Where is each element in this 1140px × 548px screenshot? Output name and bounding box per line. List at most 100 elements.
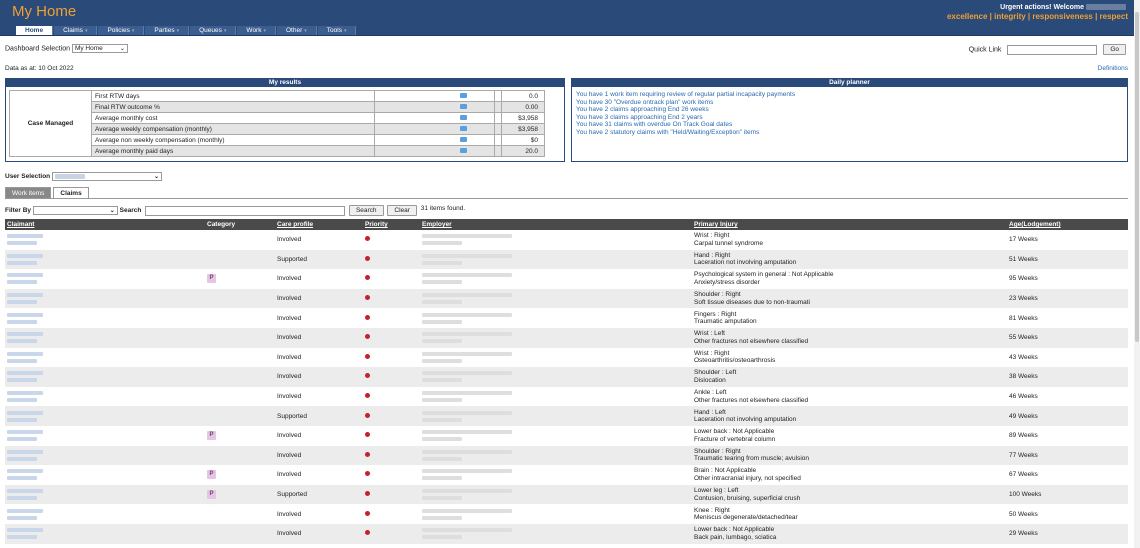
nav-item-tools[interactable]: Tools ▾ xyxy=(317,26,357,35)
nav-item-queues[interactable]: Queues ▾ xyxy=(190,26,237,35)
claimant-link-redacted[interactable] xyxy=(5,523,205,544)
claimant-link-redacted[interactable] xyxy=(5,386,205,407)
injury-location: Shoulder : Right xyxy=(694,291,741,299)
employer-redacted xyxy=(420,465,692,485)
employer-redacted xyxy=(420,347,692,368)
table-row[interactable]: P Involved Brain : Not Applicable Other int… xyxy=(5,465,1128,485)
chart-icon[interactable] xyxy=(460,125,467,131)
injury-location: Lower leg : Left xyxy=(694,487,739,495)
table-row[interactable]: Involved Shoulder : Left Dislocation 38 Wee… xyxy=(5,367,1128,387)
col-employer[interactable]: Employer xyxy=(420,219,692,230)
claimant-link-redacted[interactable] xyxy=(5,445,205,466)
care-profile: Supported xyxy=(275,484,363,505)
employer-redacted xyxy=(420,425,692,446)
claimant-link-redacted[interactable] xyxy=(5,288,205,309)
table-row[interactable]: Involved Knee : Right Meniscus degenerate/… xyxy=(5,504,1128,524)
result-value: $3,958 xyxy=(501,112,545,124)
table-row[interactable]: Involved Lower back : Not Applicable Back … xyxy=(5,523,1128,544)
claimant-link-redacted[interactable] xyxy=(5,249,205,270)
claimant-link-redacted[interactable] xyxy=(5,465,205,485)
table-row[interactable]: Involved Wrist : Right Carpal tunnel syndr… xyxy=(5,230,1128,250)
table-row[interactable]: Supported Hand : Left Laceration not invol… xyxy=(5,406,1128,426)
chart-icon[interactable] xyxy=(460,92,467,98)
age-lodgement: 95 Weeks xyxy=(1007,269,1128,289)
claimant-link-redacted[interactable] xyxy=(5,367,205,387)
priority-dot-icon xyxy=(365,255,370,261)
claimant-link-redacted[interactable] xyxy=(5,327,205,348)
chart-icon[interactable] xyxy=(460,114,467,120)
claimant-link-redacted[interactable] xyxy=(5,406,205,426)
search-button[interactable]: Search xyxy=(348,205,384,216)
claimant-link-redacted[interactable] xyxy=(5,230,205,250)
chart-icon[interactable] xyxy=(460,103,467,109)
table-row[interactable]: Supported Hand : Right Laceration not invo… xyxy=(5,249,1128,270)
injury-location: Wrist : Right xyxy=(694,349,730,357)
user-selection-label: User Selection xyxy=(5,173,51,181)
claimant-link-redacted[interactable] xyxy=(5,347,205,368)
claimant-link-redacted[interactable] xyxy=(5,504,205,524)
chevron-down-icon: ▾ xyxy=(343,28,347,34)
urgent-actions[interactable]: Urgent actions! Welcome xyxy=(1000,4,1126,11)
table-row[interactable]: Involved Wrist : Right Osteoarthritis/oste… xyxy=(5,347,1128,368)
planner-item-link[interactable]: You have 1 work item requiring review of… xyxy=(576,91,795,99)
table-row[interactable]: Involved Shoulder : Right Traumatic tearin… xyxy=(5,445,1128,466)
employer-redacted xyxy=(420,445,692,466)
nav-item-home[interactable]: Home xyxy=(16,26,54,35)
table-row[interactable]: P Involved Lower back : Not Applicable Frac… xyxy=(5,425,1128,446)
col-primary-injury[interactable]: Primary Injury xyxy=(692,219,1007,230)
result-value: $0 xyxy=(501,134,545,146)
col-priority[interactable]: Priority xyxy=(363,219,420,230)
table-row[interactable]: Involved Fingers : Right Traumatic amputat… xyxy=(5,308,1128,328)
planner-item-link[interactable]: You have 2 claims approaching End 26 wee… xyxy=(576,106,795,114)
clear-button[interactable]: Clear xyxy=(387,205,417,216)
table-row[interactable]: Involved Ankle : Left Other fractures not … xyxy=(5,386,1128,407)
priority-dot-icon xyxy=(365,295,370,301)
user-select[interactable]: ⌄ xyxy=(51,172,162,181)
priority-dot-icon xyxy=(365,471,370,477)
col-age[interactable]: Age(Lodgement) xyxy=(1007,219,1128,230)
planner-item-link[interactable]: You have 2 statutory claims with "Held/W… xyxy=(576,129,795,137)
nav-item-parties[interactable]: Parties ▾ xyxy=(145,26,190,35)
chart-icon[interactable] xyxy=(460,147,467,153)
claimant-link-redacted[interactable] xyxy=(5,484,205,505)
page-scrollbar[interactable] xyxy=(1134,0,1140,548)
primary-injury: Lower back : Not Applicable Fracture of v… xyxy=(692,425,1007,446)
age-lodgement: 23 Weeks xyxy=(1007,288,1128,309)
my-results-title: My results xyxy=(6,79,564,87)
search-input[interactable] xyxy=(145,205,346,216)
scrollbar-thumb[interactable] xyxy=(1135,12,1139,342)
planner-item-link[interactable]: You have 3 claims approaching End 2 year… xyxy=(576,114,795,122)
nav-item-work[interactable]: Work ▾ xyxy=(237,26,276,35)
nav-item-claims[interactable]: Claims ▾ xyxy=(54,26,98,35)
dashboard-label: Dashboard Selection xyxy=(5,45,70,53)
table-row[interactable]: Involved Wrist : Left Other fractures not … xyxy=(5,327,1128,348)
table-row[interactable]: P Supported Lower leg : Left Contusion, bru… xyxy=(5,484,1128,505)
col-claimant[interactable]: Claimant xyxy=(5,219,205,230)
table-row[interactable]: Involved Shoulder : Right Soft tissue dise… xyxy=(5,288,1128,309)
chart-icon[interactable] xyxy=(460,136,467,142)
quick-link-input[interactable] xyxy=(1007,44,1098,55)
age-lodgement: 50 Weeks xyxy=(1007,504,1128,524)
dashboard-select[interactable]: My Home ⌄ xyxy=(71,44,128,53)
filter-select[interactable]: ⌄ xyxy=(32,206,118,215)
planner-item-link[interactable]: You have 31 claims with overdue On Track… xyxy=(576,121,795,129)
injury-location: Wrist : Right xyxy=(694,232,730,240)
care-profile: Involved xyxy=(275,308,363,328)
age-lodgement: 89 Weeks xyxy=(1007,425,1128,446)
col-care-profile[interactable]: Care profile xyxy=(275,219,363,230)
planner-item-link[interactable]: You have 30 "Overdue ontrack plan" work … xyxy=(576,99,795,107)
slogan: excellence | integrity | responsiveness … xyxy=(946,12,1128,21)
go-button[interactable]: Go xyxy=(1103,44,1126,55)
employer-redacted xyxy=(420,249,692,270)
urgent-actions-link[interactable]: Urgent actions! xyxy=(1000,4,1051,11)
nav-item-other[interactable]: Other ▾ xyxy=(277,26,317,35)
claimant-link-redacted[interactable] xyxy=(5,269,205,289)
nav-item-policies[interactable]: Policies ▾ xyxy=(98,26,145,35)
age-lodgement: 100 Weeks xyxy=(1007,484,1128,505)
claimant-link-redacted[interactable] xyxy=(5,308,205,328)
definitions-link[interactable]: Definitions xyxy=(1098,65,1128,72)
case-managed-label: Case Managed xyxy=(9,90,92,157)
table-row[interactable]: P Involved Psychological system in general… xyxy=(5,269,1128,289)
chevron-down-icon: ▾ xyxy=(304,28,307,34)
claimant-link-redacted[interactable] xyxy=(5,425,205,446)
